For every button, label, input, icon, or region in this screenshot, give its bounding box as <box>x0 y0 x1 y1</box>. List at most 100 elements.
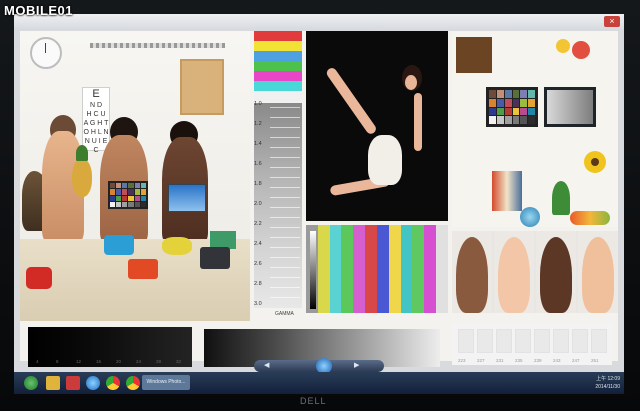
checker-patch <box>520 116 528 124</box>
checker-patch <box>528 107 535 116</box>
checker-patch <box>489 107 496 116</box>
checker-patch <box>140 195 146 201</box>
face-baby-3 <box>578 231 618 313</box>
bar-gradient <box>310 231 316 309</box>
browser-icon[interactable] <box>86 376 100 390</box>
white-step-label: 223 <box>458 358 466 363</box>
black-step-label: 24 <box>136 359 142 364</box>
blue-camera <box>104 235 134 255</box>
bottles <box>492 171 522 211</box>
monitor-screen: × E N D H C U A G H T O H L N N U I E C <box>14 14 624 384</box>
eye-chart-line: N D <box>89 102 103 109</box>
checker-patch <box>504 107 512 116</box>
system-tray[interactable]: 上午 12:09 2014/11/30 <box>544 375 620 391</box>
portrait-photo <box>306 31 448 221</box>
black-step-label: 4 <box>36 359 39 364</box>
checker-patch <box>489 98 496 107</box>
color-checker <box>108 181 148 209</box>
start-button[interactable] <box>24 376 38 390</box>
checker-patch <box>122 189 128 195</box>
checker-patch <box>489 116 496 124</box>
color-bar <box>424 225 437 313</box>
white-step-label: 239 <box>534 358 542 363</box>
wall-clock <box>30 37 62 69</box>
faces-strip <box>452 231 618 313</box>
active-window-button[interactable]: Windows Photo... <box>142 375 190 390</box>
checker-patch <box>496 107 504 116</box>
chrome-icon[interactable] <box>106 376 120 390</box>
arm <box>414 93 422 151</box>
checker-patch <box>496 116 504 124</box>
media-player-icon[interactable] <box>66 376 80 390</box>
face <box>405 75 417 90</box>
chrome-icon[interactable] <box>126 376 140 390</box>
checker-patch <box>528 98 535 107</box>
white-step-patch <box>496 329 512 353</box>
black-step-label: 32 <box>176 359 182 364</box>
gray-line <box>270 267 300 268</box>
gray-line <box>270 147 300 148</box>
object-collage <box>452 31 618 227</box>
color-bar <box>436 225 448 313</box>
checker-patch <box>110 189 116 195</box>
color-bar <box>400 225 413 313</box>
test-bar <box>254 91 302 101</box>
wooden-frame <box>456 37 492 73</box>
white-step-label: 235 <box>515 358 523 363</box>
gray-line <box>270 187 300 188</box>
gray-line <box>270 287 300 288</box>
gamma-label: GAMMA <box>275 311 294 317</box>
close-icon: × <box>609 16 615 26</box>
checker-patch <box>520 98 528 107</box>
test-bar <box>254 31 302 41</box>
previous-icon[interactable]: ◀ <box>264 362 272 370</box>
checker-patch <box>116 195 122 201</box>
checker-patch <box>134 201 140 207</box>
checker-patch <box>110 195 116 201</box>
black-step-label: 16 <box>96 359 102 364</box>
white-dress <box>368 135 402 185</box>
photo-viewer-canvas: E N D H C U A G H T O H L N N U I E C 1.… <box>20 31 618 367</box>
gray-line <box>270 297 300 298</box>
color-test-bars <box>254 31 302 101</box>
white-step-label: 227 <box>477 358 485 363</box>
red-telephone <box>26 267 52 289</box>
face-woman <box>452 231 492 313</box>
checker-patch <box>140 183 146 189</box>
checker-patch <box>496 90 504 98</box>
sky-card <box>168 184 206 212</box>
red-radio <box>128 259 158 279</box>
color-bar <box>376 225 389 313</box>
eye-chart-line: H C U <box>86 111 106 118</box>
test-bar <box>254 71 302 81</box>
checker-patch <box>528 116 535 124</box>
pineapple <box>72 145 92 197</box>
test-bar <box>254 51 302 61</box>
checker-patch <box>496 98 504 107</box>
checker-patch <box>528 90 535 98</box>
gray-line <box>270 157 300 158</box>
white-step-patch <box>515 329 531 353</box>
wide-color-bars <box>306 225 448 313</box>
gray-line <box>270 237 300 238</box>
checker-patch <box>512 116 520 124</box>
white-step-label: 231 <box>496 358 504 363</box>
checker-patch <box>116 201 122 207</box>
folder-icon[interactable] <box>46 376 60 390</box>
checker-patch <box>122 183 128 189</box>
white-step-label: 251 <box>591 358 599 363</box>
close-button[interactable]: × <box>604 16 620 27</box>
yellow-flower <box>556 39 570 53</box>
gamma-tick: 1.0 <box>254 101 262 107</box>
brand-logo: DELL <box>300 396 327 406</box>
window-titlebar: × <box>14 14 624 30</box>
checker-patch <box>489 90 496 98</box>
checker-patch <box>128 195 134 201</box>
taskbar: Windows Photo... 上午 12:09 2014/11/30 <box>14 372 624 394</box>
checker-patch <box>116 189 122 195</box>
gamma-tick: 1.8 <box>254 181 262 187</box>
gray-line <box>270 167 300 168</box>
next-icon[interactable]: ▶ <box>354 362 362 370</box>
black-step-label: 12 <box>76 359 82 364</box>
gray-line <box>270 217 300 218</box>
